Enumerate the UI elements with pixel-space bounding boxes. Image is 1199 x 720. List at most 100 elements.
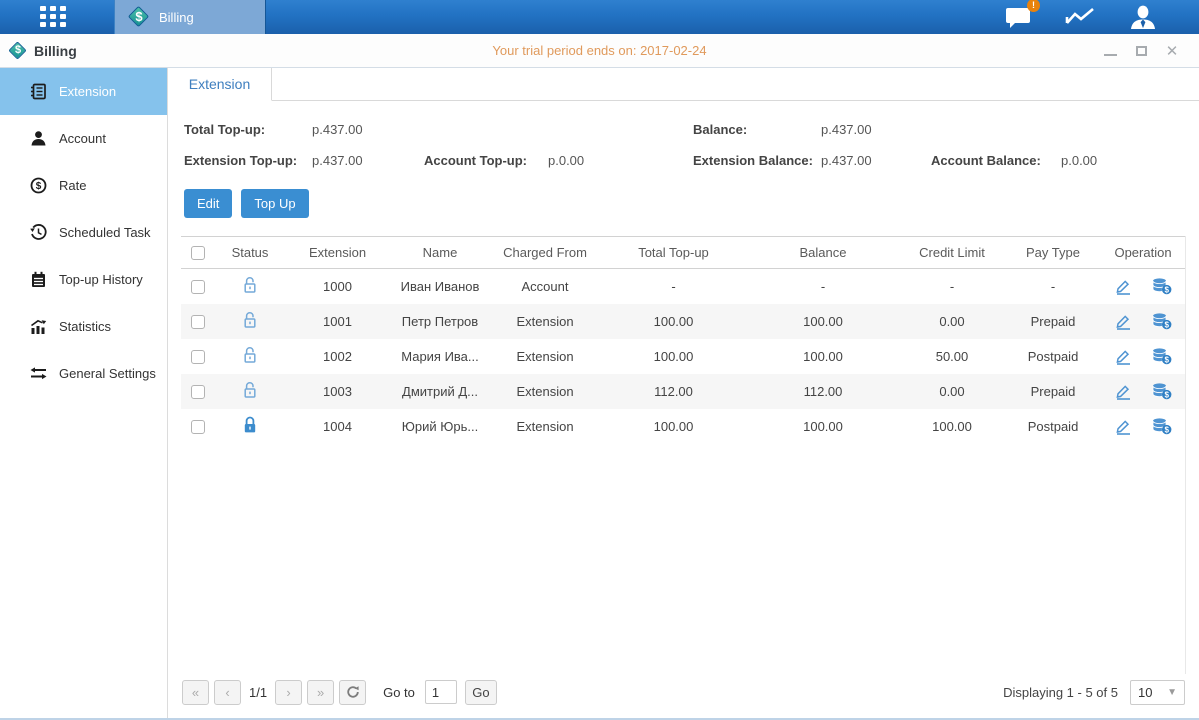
- extension-topup-label: Extension Top-up:: [184, 153, 312, 168]
- edit-row-button[interactable]: [1114, 383, 1132, 400]
- last-page-button[interactable]: »: [307, 680, 334, 705]
- cell-balance: 100.00: [747, 339, 899, 374]
- row-checkbox[interactable]: [191, 350, 205, 364]
- cell-credit-limit: 0.00: [899, 374, 1005, 409]
- col-operation: Operation: [1101, 237, 1185, 269]
- edit-pencil-icon: [1114, 348, 1132, 365]
- col-extension: Extension: [285, 237, 390, 269]
- sidebar-item-scheduled-task[interactable]: Scheduled Task: [0, 209, 167, 256]
- minimize-button[interactable]: [1103, 44, 1117, 58]
- cell-name: Мария Ива...: [390, 339, 490, 374]
- cell-balance: 112.00: [747, 374, 899, 409]
- table-header-row: Status Extension Name Charged From Total…: [181, 237, 1185, 269]
- tab-strip: Extension: [168, 68, 1199, 101]
- topup-row-button[interactable]: $: [1152, 383, 1172, 400]
- extension-table: Status Extension Name Charged From Total…: [181, 236, 1185, 444]
- cell-pay-type: Prepaid: [1005, 374, 1101, 409]
- topup-coins-icon: $: [1152, 313, 1172, 330]
- cell-name: Дмитрий Д...: [390, 374, 490, 409]
- col-pay-type: Pay Type: [1005, 237, 1101, 269]
- cell-operation: $: [1101, 374, 1185, 409]
- page-size-select[interactable]: 10 ▼: [1130, 680, 1185, 705]
- row-checkbox[interactable]: [191, 315, 205, 329]
- col-total-topup: Total Top-up: [600, 237, 747, 269]
- page-indicator: 1/1: [249, 685, 267, 700]
- topup-row-button[interactable]: $: [1152, 278, 1172, 295]
- edit-row-button[interactable]: [1114, 278, 1132, 295]
- sidebar-item-label: Statistics: [59, 319, 111, 334]
- cell-operation: $: [1101, 339, 1185, 374]
- edit-button[interactable]: Edit: [184, 189, 232, 218]
- unlocked-icon: [242, 311, 258, 329]
- goto-page-input[interactable]: [425, 680, 457, 704]
- topup-coins-icon: $: [1152, 383, 1172, 400]
- cell-credit-limit: -: [899, 269, 1005, 304]
- cell-charged-from: Extension: [490, 339, 600, 374]
- select-all-checkbox[interactable]: [191, 246, 205, 260]
- row-checkbox[interactable]: [191, 420, 205, 434]
- go-button[interactable]: Go: [465, 680, 497, 705]
- cell-status: [215, 269, 285, 304]
- sidebar-item-general-settings[interactable]: General Settings: [0, 350, 167, 397]
- edit-row-button[interactable]: [1114, 418, 1132, 435]
- resource-monitor-icon[interactable]: [1065, 5, 1097, 29]
- row-checkbox[interactable]: [191, 385, 205, 399]
- app-grid-icon[interactable]: [40, 6, 68, 28]
- edit-pencil-icon: [1114, 278, 1132, 295]
- table-row: 1003Дмитрий Д...Extension112.00112.000.0…: [181, 374, 1185, 409]
- topup-row-button[interactable]: $: [1152, 418, 1172, 435]
- user-account-icon[interactable]: [1129, 5, 1157, 30]
- messages-icon[interactable]: !: [1005, 5, 1033, 29]
- first-page-button[interactable]: «: [182, 680, 209, 705]
- cell-total-topup: 100.00: [600, 409, 747, 444]
- cell-credit-limit: 0.00: [899, 304, 1005, 339]
- next-page-button[interactable]: ›: [275, 680, 302, 705]
- topup-row-button[interactable]: $: [1152, 348, 1172, 365]
- extension-table-body: 1000Иван ИвановAccount----$1001Петр Петр…: [181, 269, 1185, 444]
- svg-text:$: $: [1164, 390, 1169, 399]
- page-size-value: 10: [1138, 685, 1152, 700]
- edit-row-button[interactable]: [1114, 313, 1132, 330]
- sidebar: Extension Account $ Rate: [0, 68, 168, 718]
- row-checkbox[interactable]: [191, 280, 205, 294]
- sidebar-item-label: Account: [59, 131, 106, 146]
- svg-text:$: $: [36, 181, 42, 192]
- app-tab-billing[interactable]: $ Billing: [114, 0, 266, 34]
- cell-charged-from: Account: [490, 269, 600, 304]
- sidebar-item-extension[interactable]: Extension: [0, 68, 167, 115]
- edit-pencil-icon: [1114, 383, 1132, 400]
- top-up-button[interactable]: Top Up: [241, 189, 308, 218]
- maximize-button[interactable]: [1134, 44, 1148, 58]
- address-book-icon: [30, 83, 47, 100]
- cell-credit-limit: 100.00: [899, 409, 1005, 444]
- sidebar-item-topup-history[interactable]: Top-up History: [0, 256, 167, 303]
- sidebar-item-label: Scheduled Task: [59, 225, 151, 240]
- close-button[interactable]: ✕: [1165, 44, 1179, 58]
- window-title: $ Billing: [0, 42, 77, 60]
- unlocked-icon: [242, 276, 258, 294]
- sidebar-item-account[interactable]: Account: [0, 115, 167, 162]
- summary-section: Total Top-up: p.437.00 Extension Top-up:…: [168, 101, 1199, 176]
- cell-balance: 100.00: [747, 304, 899, 339]
- sidebar-item-statistics[interactable]: Statistics: [0, 303, 167, 350]
- cell-operation: $: [1101, 304, 1185, 339]
- cell-pay-type: Postpaid: [1005, 409, 1101, 444]
- billing-diamond-icon: $: [128, 6, 150, 28]
- extension-topup-value: p.437.00: [312, 153, 424, 168]
- edit-row-button[interactable]: [1114, 348, 1132, 365]
- total-topup-label: Total Top-up:: [184, 122, 312, 137]
- app-tab-label: Billing: [159, 10, 194, 25]
- sidebar-item-rate[interactable]: $ Rate: [0, 162, 167, 209]
- cell-charged-from: Extension: [490, 409, 600, 444]
- cell-pay-type: Postpaid: [1005, 339, 1101, 374]
- window-title-text: Billing: [34, 43, 77, 59]
- topup-row-button[interactable]: $: [1152, 313, 1172, 330]
- cell-credit-limit: 50.00: [899, 339, 1005, 374]
- cell-pay-type: -: [1005, 269, 1101, 304]
- tab-extension[interactable]: Extension: [168, 68, 272, 101]
- person-icon: [30, 130, 47, 147]
- col-credit-limit: Credit Limit: [899, 237, 1005, 269]
- prev-page-button[interactable]: ‹: [214, 680, 241, 705]
- account-balance-label: Account Balance:: [931, 153, 1061, 168]
- refresh-button[interactable]: [339, 680, 366, 705]
